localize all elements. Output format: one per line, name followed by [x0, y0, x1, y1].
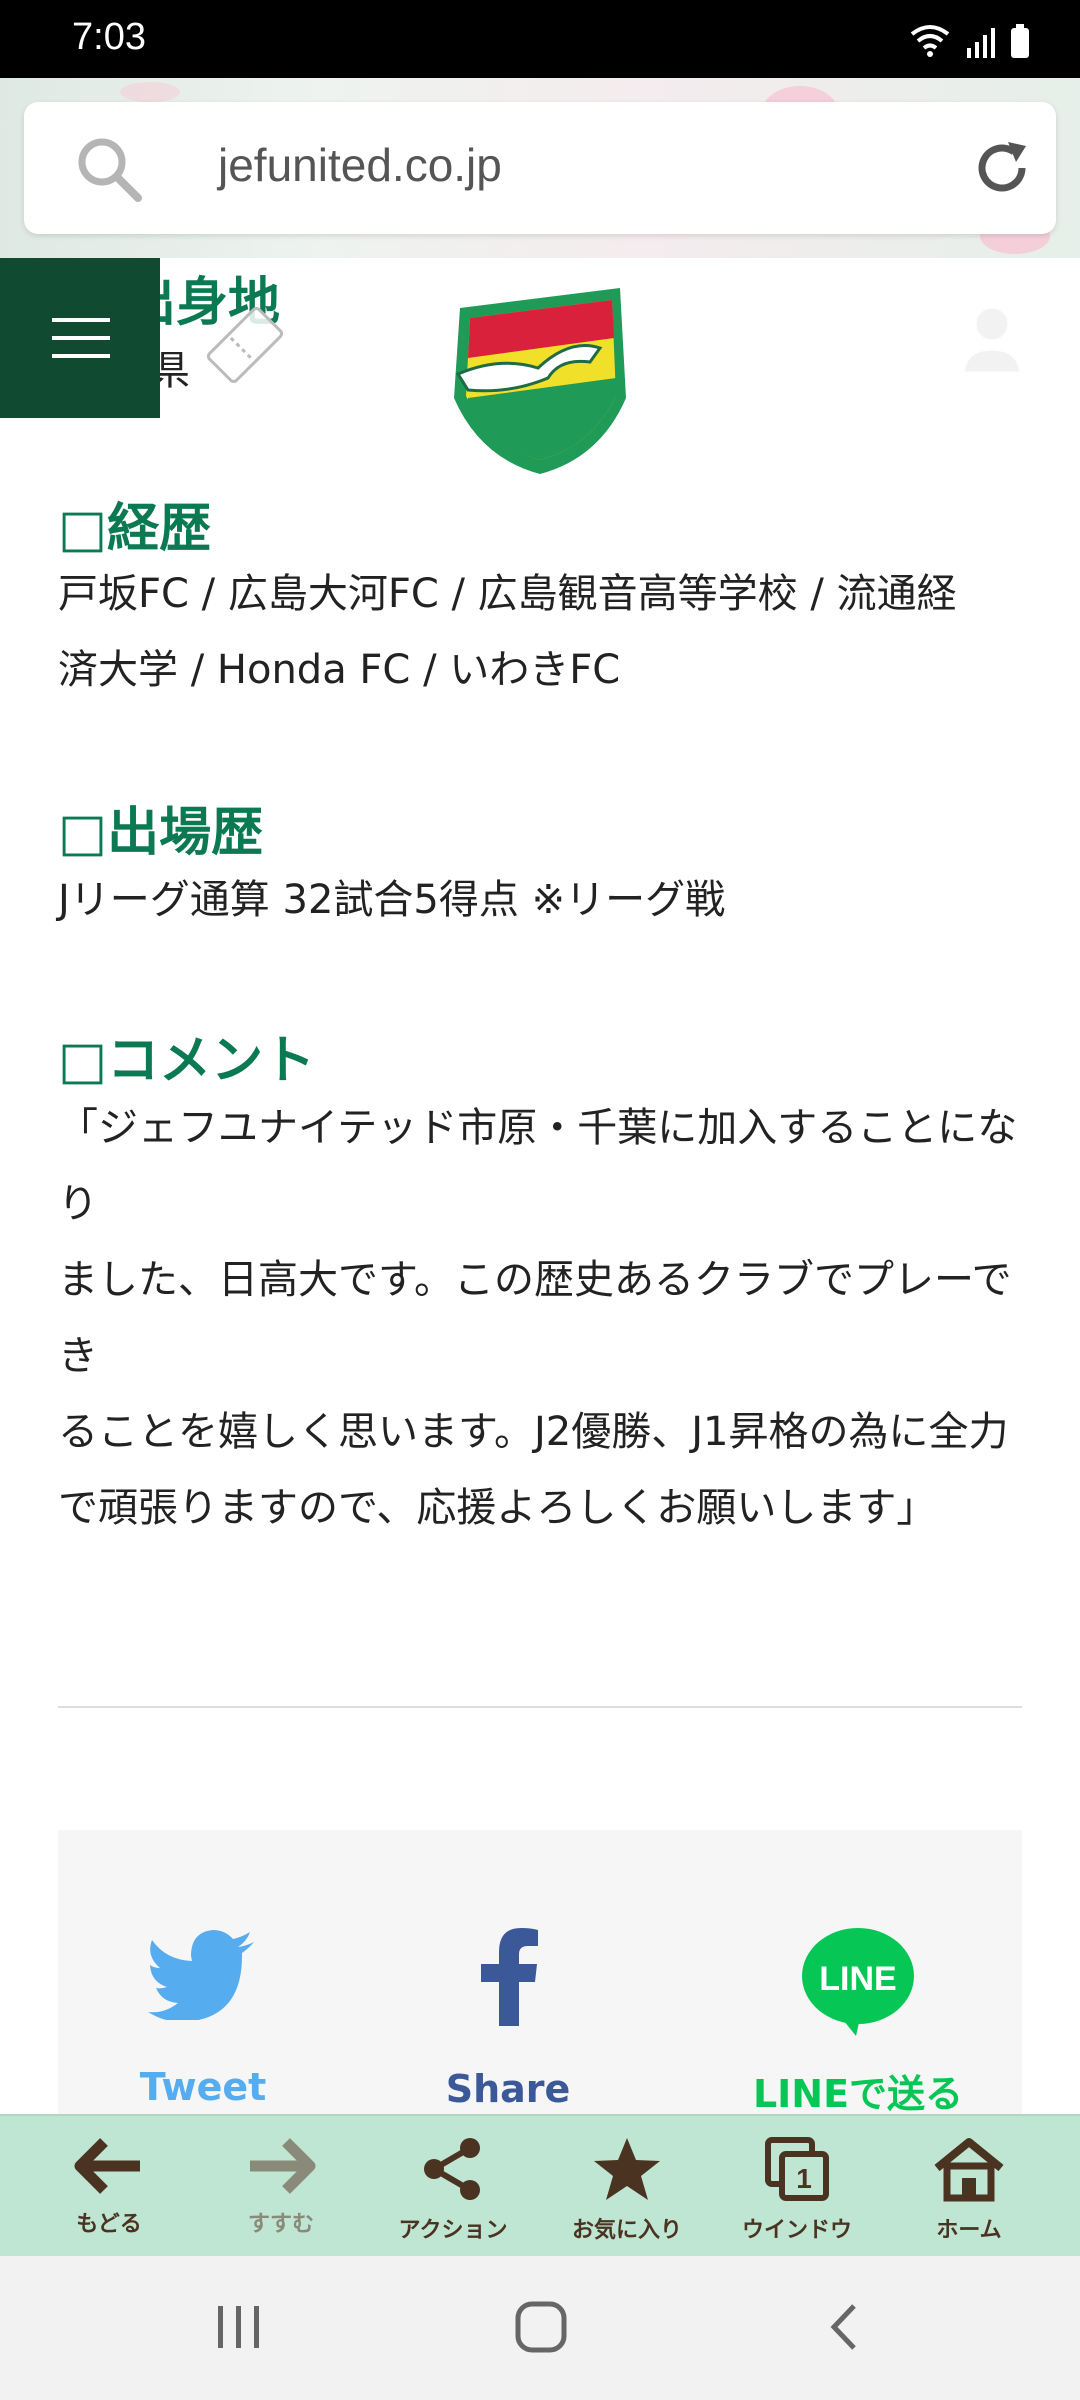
appearances-heading: □出場歴 [58, 803, 264, 863]
appearances-line: Jリーグ通算 32試合5得点 ※リーグ戦 [58, 877, 726, 923]
ticket-icon[interactable] [200, 300, 290, 390]
back-button[interactable]: もどる [34, 2136, 184, 2238]
home-label: ホーム [936, 2218, 1002, 2243]
star-icon [594, 2138, 660, 2200]
comment-line: 「ジェフユナイテッド市原・千葉に加入することになり [58, 1105, 1018, 1227]
share-icon [424, 2138, 480, 2200]
action-label: アクション [398, 2218, 508, 2243]
share-panel: Tweet Share LINE LINEで送る [58, 1830, 1022, 2120]
club-logo[interactable] [440, 278, 640, 478]
url-text[interactable]: jefunited.co.jp [218, 138, 502, 192]
browser-toolbar: もどる すすむ アクション お気に入り 1 ウインドウ ホーム [0, 2114, 1080, 2258]
tweet-button[interactable]: Tweet [118, 1930, 288, 2109]
recent-apps-icon[interactable] [214, 2302, 264, 2352]
action-button[interactable]: アクション [378, 2136, 528, 2244]
line-label: LINEで送る [752, 2072, 964, 2116]
facebook-share-button[interactable]: Share [428, 1926, 588, 2111]
battery-icon [1011, 24, 1029, 58]
windows-icon: 1 [765, 2137, 829, 2201]
status-bar: 7:03 [0, 0, 1080, 78]
career-line: 済大学 / Honda FC / いわきFC [58, 647, 621, 693]
career-text: 戸坂FC / 広島大河FC / 広島観音高等学校 / 流通経 済大学 / Hon… [58, 556, 1028, 708]
menu-icon-line [52, 354, 110, 358]
appearances-text: Jリーグ通算 32試合5得点 ※リーグ戦 [58, 862, 1028, 938]
reload-icon[interactable] [970, 136, 1034, 200]
career-heading: □経歴 [58, 499, 212, 559]
share-label: Share [445, 2067, 571, 2111]
career-line: 戸坂FC / 広島大河FC / 広島観音高等学校 / 流通経 [58, 571, 957, 617]
address-bar[interactable]: jefunited.co.jp [24, 102, 1056, 234]
arrow-right-icon [250, 2138, 316, 2194]
home-icon [934, 2138, 1004, 2202]
wifi-icon [910, 25, 950, 57]
favorite-button[interactable]: お気に入り [552, 2136, 702, 2244]
window-button[interactable]: 1 ウインドウ [722, 2136, 872, 2244]
menu-icon-line [52, 318, 110, 322]
menu-icon-line [52, 336, 110, 340]
system-nav-bar [0, 2256, 1080, 2400]
line-logo-text: LINE [819, 1960, 896, 1998]
back-nav-icon[interactable] [824, 2300, 864, 2354]
address-bar-area: jefunited.co.jp [0, 78, 1080, 258]
window-count: 1 [796, 2163, 812, 2194]
home-button[interactable]: ホーム [894, 2136, 1044, 2244]
forward-label: すすむ [247, 2212, 314, 2237]
home-nav-icon[interactable] [514, 2300, 568, 2354]
comment-line: で頑張りますので、応援よろしくお願いします」 [58, 1485, 937, 1531]
favorite-label: お気に入り [571, 2218, 682, 2243]
comment-text: 「ジェフユナイテッド市原・千葉に加入することになり ました、日高大です。この歴史… [58, 1090, 1028, 1546]
forward-button[interactable]: すすむ [206, 2136, 356, 2238]
facebook-icon [481, 1928, 538, 2026]
signal-icon [967, 28, 995, 58]
back-label: もどる [76, 2212, 142, 2237]
status-icons [908, 22, 1030, 58]
line-share-button[interactable]: LINE LINEで送る [748, 1926, 968, 2118]
window-label: ウインドウ [741, 2218, 852, 2243]
search-icon [78, 138, 142, 202]
status-time: 7:03 [72, 16, 146, 58]
divider [58, 1706, 1022, 1708]
user-icon[interactable] [950, 296, 1034, 380]
comment-line: ました、日高大です。この歴史あるクラブでプレーでき [58, 1257, 1012, 1379]
line-logo-icon: LINE [802, 1928, 914, 2036]
comment-heading: □コメント [58, 1031, 316, 1091]
tweet-label: Tweet [139, 2065, 267, 2109]
comment-line: ることを嬉しく思います。J2優勝、J1昇格の為に全力 [58, 1409, 1009, 1455]
twitter-icon [148, 1930, 254, 2022]
blossom-decoration [120, 82, 180, 102]
arrow-left-icon [74, 2138, 140, 2194]
menu-button[interactable] [0, 258, 160, 418]
